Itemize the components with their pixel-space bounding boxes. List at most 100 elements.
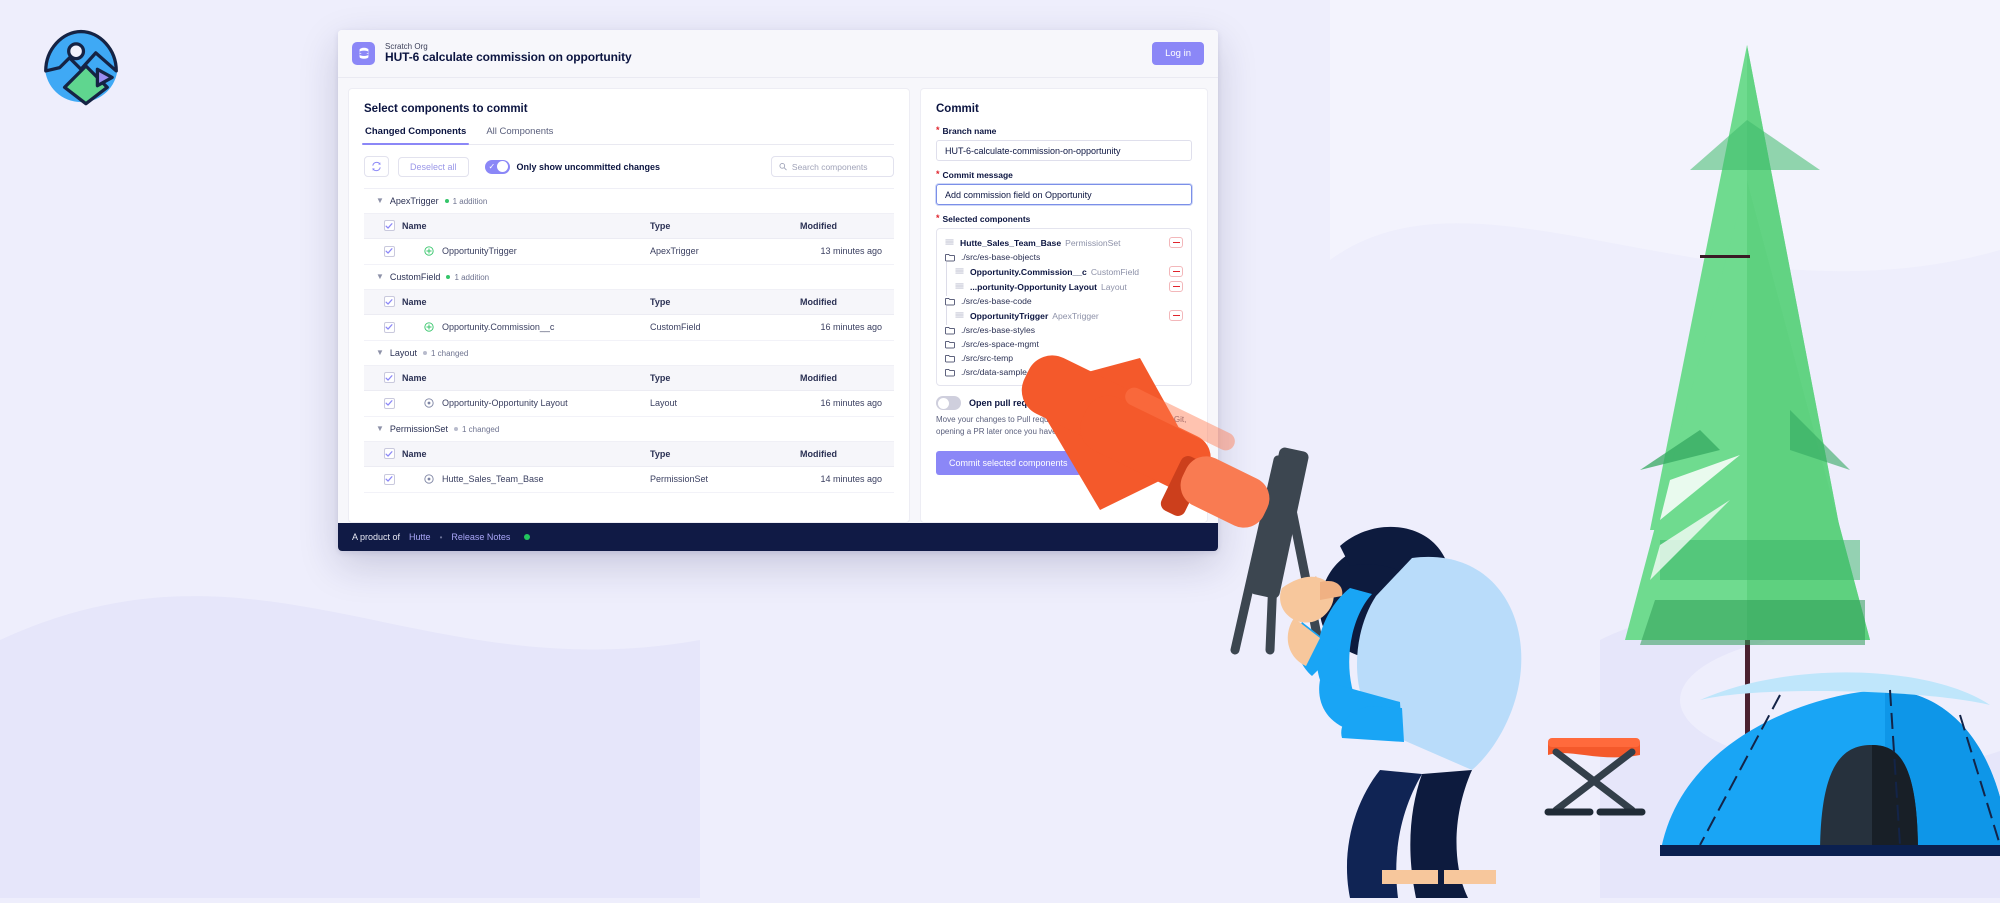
required-asterisk: *: [936, 125, 940, 135]
selected-component-name: Opportunity.Commission__c: [970, 266, 1087, 277]
folder-path: ./src/es-base-code: [961, 296, 1032, 306]
row-type: PermissionSet: [650, 466, 800, 493]
minus-icon: [1172, 314, 1180, 317]
row-name-cell: Hutte_Sales_Team_Base: [402, 466, 650, 493]
selected-components-list: Hutte_Sales_Team_Base PermissionSet ./src/…: [936, 228, 1192, 386]
component-tabs: Changed Components All Components: [361, 126, 894, 145]
remove-component-button[interactable]: [1169, 237, 1183, 248]
table-row[interactable]: Opportunity-Opportunity Layout Layout 16 m…: [364, 390, 894, 417]
drag-handle[interactable]: [955, 267, 964, 277]
group-change-count: 1 addition: [444, 197, 487, 206]
component-group-header[interactable]: ▼ CustomField 1 addition: [364, 265, 894, 290]
open-pull-request-toggle[interactable]: [936, 396, 961, 410]
refresh-button[interactable]: [364, 156, 389, 177]
table-row[interactable]: Hutte_Sales_Team_Base PermissionSet 14 min…: [364, 466, 894, 493]
remove-component-button[interactable]: [1169, 310, 1183, 321]
selected-component-row[interactable]: Hutte_Sales_Team_Base PermissionSet: [937, 235, 1191, 250]
component-group-header[interactable]: ▼ ApexTrigger 1 addition: [364, 189, 894, 214]
brand-logo: [40, 25, 122, 107]
selected-component-row[interactable]: OpportunityTrigger ApexTrigger: [937, 306, 1191, 325]
select-all-header[interactable]: [364, 290, 402, 315]
drag-handle[interactable]: [955, 282, 964, 292]
row-checkbox-cell[interactable]: [364, 466, 402, 493]
remove-component-button[interactable]: [1169, 266, 1183, 277]
selected-folder-row[interactable]: ./src/es-base-objects: [937, 250, 1191, 264]
row-checkbox-cell[interactable]: [364, 238, 402, 265]
branch-name-field: * Branch name: [936, 126, 1192, 161]
drag-handle-icon: [955, 312, 964, 317]
column-header-type: Type: [650, 442, 800, 467]
table-row[interactable]: OpportunityTrigger ApexTrigger 13 minutes …: [364, 238, 894, 265]
selected-folder-row[interactable]: ./src/data-sample-: [937, 365, 1191, 379]
row-checkbox[interactable]: [383, 245, 395, 257]
selected-folder-row[interactable]: ./src/src-temp: [937, 351, 1191, 365]
table-header-row: Name Type Modified: [364, 214, 894, 239]
selected-folder-row[interactable]: ./src/es-base-styles: [937, 323, 1191, 337]
remove-component-button[interactable]: [1169, 281, 1183, 292]
group-change-count: 1 changed: [422, 349, 468, 358]
search-components-box[interactable]: [771, 156, 894, 177]
select-all-header[interactable]: [364, 214, 402, 239]
row-checkbox[interactable]: [383, 473, 395, 485]
commit-selected-components-button[interactable]: Commit selected components: [936, 451, 1081, 476]
selected-component-row[interactable]: Opportunity.Commission__c CustomField: [937, 262, 1191, 281]
footer-release-notes-link[interactable]: Release Notes: [451, 532, 510, 542]
folder-path: ./src/es-base-styles: [961, 325, 1036, 335]
group-change-count: 1 changed: [453, 425, 499, 434]
login-button[interactable]: Log in: [1152, 42, 1204, 65]
commit-panel: Commit * Branch name * Commit message * …: [920, 88, 1208, 523]
select-all-checkbox[interactable]: [383, 448, 395, 459]
selected-folder-row[interactable]: ./src/es-base-code: [937, 294, 1191, 308]
component-group-header[interactable]: ▼ Layout 1 changed: [364, 341, 894, 366]
commit-message-input[interactable]: [936, 184, 1192, 205]
row-checkbox-cell[interactable]: [364, 314, 402, 341]
select-all-header[interactable]: [364, 366, 402, 391]
folder-icon: [945, 326, 955, 334]
footer-hutte-link[interactable]: Hutte: [409, 532, 431, 542]
folder-icon: [945, 340, 955, 348]
app-window: Scratch Org HUT-6 calculate commission o…: [338, 30, 1218, 551]
table-row[interactable]: Opportunity.Commission__c CustomField 16 m…: [364, 314, 894, 341]
footer-prefix: A product of: [352, 532, 401, 542]
required-asterisk: *: [936, 169, 940, 179]
row-checkbox-cell[interactable]: [364, 390, 402, 417]
table-header-row: Name Type Modified: [364, 366, 894, 391]
select-all-header[interactable]: [364, 442, 402, 467]
folder-path: ./src/data-sample-: [961, 367, 1030, 377]
drag-handle[interactable]: [955, 311, 964, 321]
change-dot-icon: [444, 199, 449, 203]
row-checkbox[interactable]: [383, 397, 395, 409]
selected-folder-row[interactable]: ./src/es-space-mgmt: [937, 337, 1191, 351]
tab-changed-components[interactable]: Changed Components: [361, 126, 470, 145]
select-all-checkbox[interactable]: [383, 372, 395, 383]
search-input[interactable]: [791, 161, 886, 172]
column-header-modified: Modified: [800, 442, 894, 467]
row-name: OpportunityTrigger: [442, 246, 517, 257]
column-header-type: Type: [650, 290, 800, 315]
component-group-header[interactable]: ▼ PermissionSet 1 changed: [364, 417, 894, 442]
selected-component-type: Layout: [1100, 281, 1127, 292]
footer-separator: •: [439, 532, 443, 542]
selected-component-row[interactable]: ...portunity-Opportunity Layout Layout: [937, 277, 1191, 296]
group-name: ApexTrigger: [389, 196, 439, 206]
app-footer: A product of Hutte • Release Notes: [338, 523, 1218, 551]
drag-handle[interactable]: [945, 238, 954, 248]
tab-all-components[interactable]: All Components: [485, 126, 554, 144]
row-checkbox[interactable]: [383, 321, 395, 333]
change-dot-icon: [453, 427, 458, 431]
selected-component-type: PermissionSet: [1065, 237, 1121, 248]
select-all-checkbox[interactable]: [383, 220, 395, 231]
plus-circle-icon: [424, 246, 434, 256]
group-name: Layout: [389, 348, 417, 358]
row-modified: 16 minutes ago: [800, 314, 894, 341]
select-all-checkbox[interactable]: [383, 296, 395, 307]
folder-icon: [945, 354, 955, 362]
only-uncommitted-toggle[interactable]: ✓: [484, 159, 510, 174]
column-header-modified: Modified: [800, 366, 894, 391]
group-change-count: 1 addition: [446, 273, 489, 282]
branch-name-input[interactable]: [936, 140, 1192, 161]
toggle-check-icon: ✓: [488, 161, 496, 171]
row-type: ApexTrigger: [650, 238, 800, 265]
org-icon: [352, 42, 375, 65]
deselect-all-button[interactable]: Deselect all: [398, 156, 469, 177]
